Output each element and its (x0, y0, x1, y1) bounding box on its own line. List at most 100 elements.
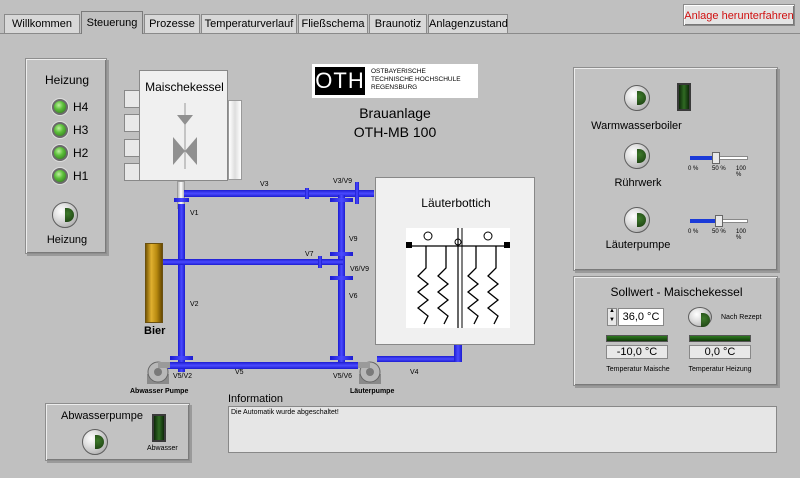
logo-line2: TECHNISCHE HOCHSCHULE (371, 76, 461, 83)
stirrer-label: Rührwerk (614, 177, 662, 189)
heating-led-h3 (52, 122, 68, 138)
stirrer-toggle-button[interactable] (624, 143, 650, 169)
logo-line1: OSTBAYERISCHE (371, 68, 426, 75)
slider-tick: 50 % (712, 229, 726, 235)
pipe-label-v6: V6 (349, 293, 358, 300)
pipe-label-v1: V1 (190, 210, 199, 217)
setpoint-input[interactable]: 36,0 °C (618, 308, 664, 326)
flange (330, 198, 353, 202)
slider-tick: 0 % (688, 229, 699, 235)
lauter-pump-label: Läuterpumpe (350, 388, 395, 395)
pipe-label-v5v6: V5/V6 (333, 373, 353, 380)
recipe-toggle-button[interactable] (688, 307, 712, 327)
mash-temp-label: Temperatur Maische (606, 366, 670, 373)
tab-prozesse[interactable]: Prozesse (144, 14, 200, 33)
boiler-label: Warmwasserboiler (591, 120, 682, 132)
waste-water-label: Abwasser (147, 445, 178, 452)
tab-steuerung[interactable]: Steuerung (81, 11, 143, 34)
pipe-v5 (165, 362, 358, 369)
kettle-heater-segment (124, 139, 140, 157)
slider-thumb[interactable] (715, 215, 723, 227)
tab-temperaturverlauf[interactable]: Temperaturverlauf (201, 14, 297, 33)
flange (170, 356, 193, 360)
heating-led-label: H3 (73, 123, 89, 137)
mash-temp-bar (606, 335, 668, 342)
slider-tick: 0 % (688, 166, 699, 172)
pipe-label-v3: V3 (260, 181, 269, 188)
boiler-toggle-button[interactable] (624, 85, 650, 111)
heating-led-label: H4 (73, 100, 89, 114)
pipe-label-v7: V7 (305, 251, 314, 258)
heating-led-h1 (52, 168, 68, 184)
lauter-pump-slider[interactable]: 0 % 50 % 100 % (688, 215, 750, 241)
heating-temp-value: 0,0 °C (689, 345, 751, 359)
waste-pump-title: Abwasserpumpe (61, 410, 143, 422)
oth-logo: OTH OSTBAYERISCHE TECHNISCHE HOCHSCHULE … (312, 64, 478, 98)
kettle-heater-segment (124, 114, 140, 132)
heating-panel: Heizung H4 H3 H2 H1 Heizung (25, 58, 107, 254)
lauter-rake-icon (406, 228, 510, 328)
tab-willkommen[interactable]: Willkommen (4, 14, 80, 33)
setpoint-title: Sollwert - Maischekessel (610, 285, 743, 299)
slider-tick: 100 % (736, 166, 747, 178)
heating-temp-label: Temperatur Heizung (688, 366, 752, 373)
information-textbox[interactable]: Die Automatik wurde abgeschaltet! (228, 406, 777, 453)
heating-led-h2 (52, 145, 68, 161)
pipe-label-v4: V4 (410, 369, 419, 376)
pipe-label-v5: V5 (235, 369, 244, 376)
flange (355, 182, 359, 204)
pipe-label-v3v9: V3/V9 (333, 178, 353, 185)
kettle-side-gauge (228, 100, 242, 180)
pipe-label-v2: V2 (190, 301, 199, 308)
kettle-heater-segment (124, 163, 140, 181)
mash-temp-value: -10,0 °C (606, 345, 668, 359)
information-label: Information (228, 393, 284, 405)
beer-label: Bier (144, 325, 166, 337)
flange (174, 198, 189, 202)
stepper-up-icon[interactable]: ▲ (609, 308, 615, 314)
tab-fliessschema[interactable]: Fließschema (298, 14, 368, 33)
recipe-label: Nach Rezept (721, 314, 762, 321)
tab-braunotiz[interactable]: Braunotiz (369, 14, 427, 33)
stirrer-slider[interactable]: 0 % 50 % 100 % (688, 152, 750, 178)
pipe-v9-v6 (338, 195, 345, 367)
plant-name-line1: Brauanlage (359, 105, 431, 121)
lauter-tun: Läuterbottich (375, 177, 535, 345)
heating-led-h4 (52, 99, 68, 115)
logo-text: OSTBAYERISCHE TECHNISCHE HOCHSCHULE REGE… (371, 68, 461, 92)
lauter-pump-toggle-button[interactable] (624, 207, 650, 233)
lauter-pump-control-label: Läuterpumpe (605, 239, 671, 251)
heating-led-label: H2 (73, 146, 89, 160)
heating-title: Heizung (44, 73, 90, 87)
pipe-label-v5v2: V5/V2 (173, 373, 193, 380)
mash-kettle: Maischekessel (139, 70, 228, 181)
flange (305, 188, 309, 199)
slider-tick: 100 % (736, 229, 747, 241)
pipe-v3 (184, 190, 374, 197)
actuator-panel: Warmwasserboiler Rührwerk 0 % 50 % 100 %… (573, 67, 778, 271)
heating-button-label: Heizung (46, 234, 88, 246)
lauter-pump-icon (358, 361, 381, 384)
pipe-v1-v2 (178, 204, 185, 372)
slider-thumb[interactable] (712, 152, 720, 164)
setpoint-stepper[interactable]: ▲ ▼ (607, 308, 617, 326)
heating-toggle-button[interactable] (52, 202, 78, 228)
beer-tank (145, 243, 163, 323)
pipe-label-v6v9: V6/V9 (350, 266, 370, 273)
flange (318, 256, 322, 268)
shutdown-button[interactable]: Anlage herunterfahren (683, 4, 795, 26)
pipe-v7 (163, 259, 343, 265)
flange (330, 276, 353, 280)
pipe-label-v9: V9 (349, 236, 358, 243)
heating-temp-bar (689, 335, 751, 342)
waste-pump-label: Abwasser Pumpe (130, 388, 189, 395)
stirrer-icon (173, 103, 197, 169)
logo-letters: OTH (315, 67, 365, 95)
flange (330, 252, 353, 256)
waste-pump-toggle-button[interactable] (82, 429, 108, 455)
pipe-v4-riser (454, 344, 462, 362)
heating-led-label: H1 (73, 169, 89, 183)
waste-pump-panel: Abwasserpumpe Abwasser (45, 403, 190, 461)
stepper-down-icon[interactable]: ▼ (609, 317, 615, 323)
tab-anlagenzustand[interactable]: Anlagenzustand (428, 14, 508, 33)
